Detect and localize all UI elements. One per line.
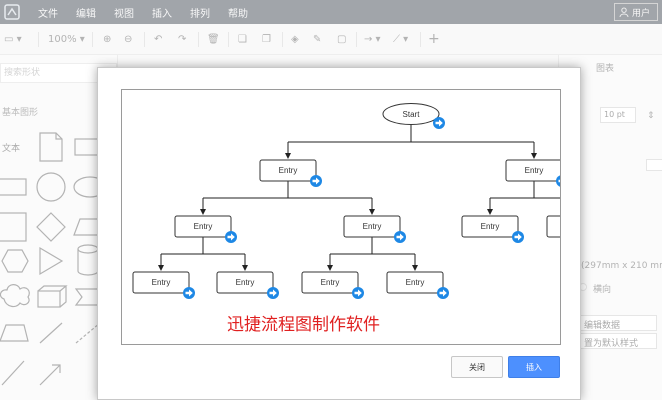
close-button[interactable]: 关闭 xyxy=(451,356,503,378)
start-node[interactable]: Start xyxy=(382,103,440,125)
entry-node-label: Entry xyxy=(194,222,213,231)
entry-node[interactable]: Entry xyxy=(216,271,274,294)
expand-arrow-icon[interactable] xyxy=(433,117,445,129)
insert-button[interactable]: 插入 xyxy=(508,356,560,378)
entry-node[interactable]: Entry xyxy=(259,159,317,182)
entry-node-label: Entry xyxy=(152,278,171,287)
expand-arrow-icon[interactable] xyxy=(437,287,449,299)
connector-lines xyxy=(158,125,560,271)
expand-arrow-icon[interactable] xyxy=(394,231,406,243)
connector-line xyxy=(203,181,372,199)
entry-node[interactable]: Entry xyxy=(301,271,359,294)
entry-node-label: Entry xyxy=(279,166,298,175)
entry-node-label: Entry xyxy=(525,166,544,175)
entry-node[interactable]: Entry xyxy=(132,271,190,294)
entry-node-label: Entry xyxy=(236,278,255,287)
watermark-text: 迅捷流程图制作软件 xyxy=(227,315,380,335)
expand-arrow-icon[interactable] xyxy=(352,287,364,299)
expand-arrow-icon[interactable] xyxy=(183,287,195,299)
entry-node-label: Entry xyxy=(363,222,382,231)
entry-node[interactable]: Entry xyxy=(386,271,444,294)
expand-arrow-icon[interactable] xyxy=(310,175,322,187)
expand-arrow-icon[interactable] xyxy=(267,287,279,299)
start-node-label: Start xyxy=(403,110,421,119)
insert-template-dialog: Start Entry Entry Entry Entry Entry Entry Entry… xyxy=(97,67,581,400)
flowchart-nodes: Start Entry Entry Entry Entry Entry Entry Entry… xyxy=(132,103,561,299)
entry-node-label: Entry xyxy=(481,222,500,231)
entry-node[interactable]: Entry xyxy=(546,215,561,238)
entry-node[interactable]: Entry xyxy=(505,159,561,182)
connector-line xyxy=(490,181,560,199)
connector-line xyxy=(288,125,534,143)
entry-node[interactable]: Entry xyxy=(343,215,401,238)
tree-flowchart: Start Entry Entry Entry Entry Entry Entry Entry… xyxy=(132,103,561,335)
entry-node-label: Entry xyxy=(321,278,340,287)
entry-node-label: Entry xyxy=(406,278,425,287)
expand-arrow-icon[interactable] xyxy=(225,231,237,243)
diagram-preview: Start Entry Entry Entry Entry Entry Entry Entry… xyxy=(121,89,561,345)
entry-node[interactable]: Entry xyxy=(174,215,232,238)
entry-node[interactable]: Entry xyxy=(461,215,519,238)
expand-arrow-icon[interactable] xyxy=(512,231,524,243)
